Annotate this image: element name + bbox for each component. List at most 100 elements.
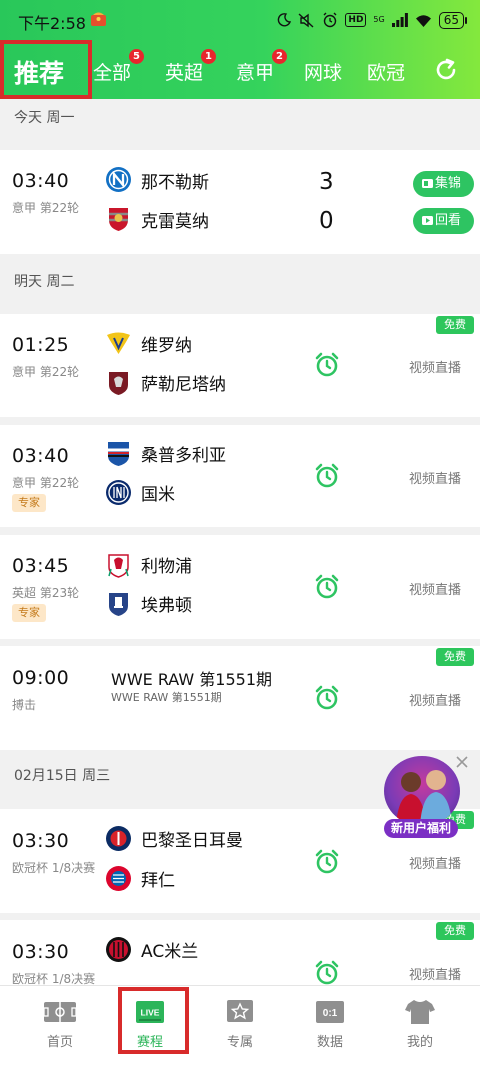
alarm-reminder-icon[interactable]: [314, 463, 340, 489]
match-league: 意甲 第22轮: [12, 365, 80, 379]
tab-count-badge: 5: [129, 49, 145, 64]
battery-indicator: 65: [438, 11, 468, 29]
home-team: 那不勒斯: [141, 173, 209, 193]
highlights-button[interactable]: 集锦: [413, 171, 474, 197]
liverpool-logo-icon: [108, 554, 129, 578]
nav-exclusive[interactable]: 专属: [192, 986, 288, 1067]
home-team: AC米兰: [141, 942, 199, 962]
hd-badge: HD: [345, 13, 367, 27]
match-time: 09:00: [12, 667, 70, 689]
highlights-label: 集锦: [435, 176, 462, 191]
home-team: 维罗纳: [141, 336, 192, 356]
nav-profile[interactable]: 我的: [372, 986, 468, 1067]
home-score: 3: [319, 169, 334, 195]
status-time: 下午2:58: [18, 14, 86, 33]
salernitana-logo-icon: [109, 372, 128, 395]
scoreboard-icon-text: 0:1: [323, 1008, 338, 1019]
red-envelope-icon: [91, 12, 106, 26]
category-tabs: 推荐 全部 5 英超 1 意甲 2 网球 欧冠: [0, 40, 480, 99]
match-time: 01:25: [12, 334, 70, 356]
psg-logo-icon: [106, 826, 131, 851]
away-team: 克雷莫纳: [141, 212, 209, 232]
away-score: 0: [319, 208, 334, 234]
alarm-reminder-icon[interactable]: [314, 574, 340, 600]
tab-label: 意甲: [236, 62, 275, 84]
match-league: 意甲 第22轮: [12, 476, 80, 490]
event-card[interactable]: 免费 09:00 搏击 WWE RAW 第1551期 WWE RAW 第1551…: [0, 646, 480, 750]
home-team: 利物浦: [141, 557, 192, 577]
verona-logo-icon: [107, 332, 130, 354]
tab-count-badge: 2: [272, 49, 288, 64]
mute-icon: [298, 12, 314, 28]
tab-count-badge: 1: [201, 49, 217, 64]
match-time: 03:40: [12, 170, 70, 192]
away-team: 埃弗顿: [141, 596, 192, 616]
free-badge: 免费: [436, 316, 474, 334]
free-badge: 免费: [436, 648, 474, 666]
nav-data[interactable]: 0:1 数据: [282, 986, 378, 1067]
expert-badge: 专家: [12, 494, 46, 512]
promo-label: 新用户福利: [384, 819, 458, 838]
alarm-reminder-icon[interactable]: [314, 352, 340, 378]
ac-milan-logo-icon: [106, 937, 131, 962]
players-illustration-icon: [396, 770, 452, 826]
wifi-icon: [415, 14, 431, 27]
tab-label: 欧冠: [367, 62, 406, 84]
signal-icon: [391, 13, 408, 27]
highlights-icon: [422, 179, 433, 188]
sampdoria-logo-icon: [108, 442, 129, 466]
tab-serie-a[interactable]: 意甲 2: [236, 49, 288, 85]
match-card[interactable]: 免费 03:30 欧冠杯 1/8决赛 AC米兰 视频直播: [0, 920, 480, 985]
close-icon[interactable]: [456, 756, 468, 768]
replay-button[interactable]: 回看: [413, 208, 474, 234]
match-card[interactable]: 免费 01:25 意甲 第22轮 维罗纳 萨勒尼塔纳 视频直播: [0, 314, 480, 417]
status-bar: 下午2:58 HD 5G 65: [0, 0, 480, 40]
tab-label: 全部: [93, 62, 132, 84]
video-live-label[interactable]: 视频直播: [409, 357, 461, 376]
bottom-navigation: 首页 LIVE 赛程 专属 0:1 数据 我的: [0, 985, 480, 1067]
video-live-label[interactable]: 视频直播: [409, 579, 461, 598]
match-card[interactable]: 03:40 意甲 第22轮 专家 桑普多利亚 国米 视频直播: [0, 425, 480, 527]
video-live-label[interactable]: 视频直播: [409, 964, 461, 983]
moon-icon: [278, 13, 292, 27]
tab-recommend[interactable]: 推荐: [0, 40, 92, 99]
away-team: 萨勒尼塔纳: [141, 375, 226, 395]
away-team: 国米: [141, 485, 175, 505]
pitch-icon: [43, 1002, 77, 1022]
jersey-icon: [405, 1000, 435, 1024]
tab-tennis[interactable]: 网球: [304, 58, 342, 85]
match-card[interactable]: 03:45 英超 第23轮 专家 利物浦 埃弗顿 视频直播: [0, 535, 480, 639]
schedule-highlight-frame: [118, 987, 189, 1054]
video-live-label[interactable]: 视频直播: [409, 468, 461, 487]
free-badge: 免费: [436, 922, 474, 940]
refresh-icon[interactable]: [434, 58, 458, 82]
date-header: 今天 周一: [0, 99, 480, 143]
tab-champions-league[interactable]: 欧冠: [367, 58, 405, 85]
tab-premier-league[interactable]: 英超 1: [165, 49, 217, 85]
tab-label: 英超: [165, 62, 204, 84]
new-user-promo[interactable]: 新用户福利: [382, 756, 468, 846]
network-type: 5G: [373, 15, 385, 24]
alarm-reminder-icon[interactable]: [314, 960, 340, 985]
nav-label: 数据: [316, 1035, 343, 1050]
home-team: 巴黎圣日耳曼: [141, 831, 243, 851]
nav-label: 首页: [46, 1035, 73, 1050]
match-card[interactable]: 03:40 意甲 第22轮 那不勒斯 克雷莫纳 3 0 集锦 回看: [0, 150, 480, 254]
video-live-label[interactable]: 视频直播: [409, 853, 461, 872]
match-league: 意甲 第22轮: [12, 201, 80, 215]
home-team: 桑普多利亚: [141, 446, 226, 466]
alarm-clock-icon: [323, 12, 337, 28]
nav-home[interactable]: 首页: [12, 986, 108, 1067]
match-time: 03:40: [12, 445, 70, 467]
cremonese-logo-icon: [109, 208, 128, 231]
alarm-reminder-icon[interactable]: [314, 849, 340, 875]
expert-badge: 专家: [12, 604, 46, 622]
match-league: 搏击: [12, 698, 37, 712]
event-subtitle: WWE RAW 第1551期: [111, 691, 222, 704]
everton-logo-icon: [109, 593, 128, 616]
video-live-label[interactable]: 视频直播: [409, 690, 461, 709]
nav-label: 专属: [226, 1035, 253, 1050]
tab-all[interactable]: 全部 5: [93, 49, 145, 85]
match-list[interactable]: 今天 周一 03:40 意甲 第22轮 那不勒斯 克雷莫纳 3 0 集锦 回看: [0, 99, 480, 985]
alarm-reminder-icon[interactable]: [314, 685, 340, 711]
